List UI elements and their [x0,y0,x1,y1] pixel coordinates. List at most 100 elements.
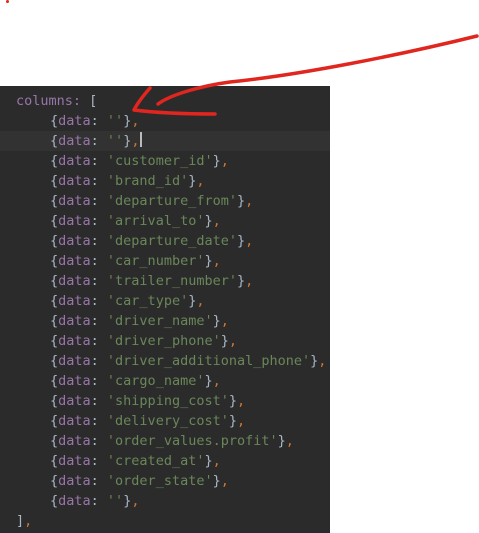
data-key: data [58,133,91,149]
text-caret [140,132,143,147]
data-key: data [58,213,91,229]
open-brace: { [50,313,59,329]
close-brace: } [236,233,246,249]
column-value: 'order_state' [106,473,213,489]
colon: : [90,473,107,489]
code-line-column-entry: {data: 'arrival_to'}, [0,211,330,231]
column-value: 'created_at' [106,453,205,469]
colon: : [90,453,107,469]
comma: , [220,153,229,169]
colon: : [90,213,107,229]
comma: , [220,313,229,329]
close-brace: } [212,313,221,329]
open-brace: { [50,253,59,269]
open-brace: { [50,213,59,229]
code-line-column-entry: {data: 'created_at'}, [0,451,330,471]
comma: , [285,433,294,449]
close-brace: } [220,333,229,349]
data-key: data [58,433,91,449]
data-key: data [58,193,91,209]
comma: , [196,173,205,189]
code-line-columns-open: columns: [ [0,91,330,111]
columns-key: columns: [16,93,82,109]
close-brace: } [204,253,213,269]
data-key: data [58,393,91,409]
data-key: data [58,233,91,249]
open-brace: { [50,173,59,189]
column-value: 'cargo_name' [106,373,205,389]
code-line-column-entry: {data: 'shipping_cost'}, [0,391,330,411]
code-line-column-entry: {data: 'car_type'}, [0,291,330,311]
data-key: data [58,493,91,509]
open-brace: { [50,333,59,349]
data-key: data [58,253,91,269]
code-line-column-entry: {data: 'brand_id'}, [0,171,330,191]
code-editor[interactable]: columns: [ {data: ''}, {data: ''}, {data: … [0,86,330,533]
comma: , [245,193,254,209]
open-brace: { [50,393,59,409]
data-key: data [58,453,91,469]
close-brace: } [212,473,221,489]
colon: : [90,193,107,209]
open-bracket: [ [89,93,98,109]
column-value: 'departure_from' [106,193,237,209]
open-brace: { [50,273,59,289]
column-value: 'shipping_cost' [106,393,229,409]
data-key: data [58,313,91,329]
colon: : [90,393,107,409]
column-value: 'customer_id' [106,153,213,169]
colon: : [90,333,107,349]
code-line-column-entry: {data: 'driver_additional_phone'}, [0,351,330,371]
open-brace: { [50,193,59,209]
column-value: 'departure_date' [106,233,237,249]
colon: : [90,133,107,149]
data-key: data [58,273,91,289]
comma: , [131,113,140,129]
close-brace: } [228,393,237,409]
annotation-dot [6,0,9,3]
column-value: 'trailer_number' [106,273,237,289]
open-brace: { [50,473,59,489]
data-key: data [58,173,91,189]
open-brace: { [50,233,59,249]
open-brace: { [50,453,59,469]
comma: , [212,213,221,229]
comma: , [236,393,246,409]
comma: , [212,253,221,269]
open-brace: { [50,293,59,309]
code-line-column-entry: {data: 'order_values.profit'}, [0,431,330,451]
close-brace: } [204,453,213,469]
code-line-column-entry: {data: 'cargo_name'}, [0,371,330,391]
colon: : [90,233,107,249]
code-line-column-entry: {data: ''}, [0,111,330,131]
column-value: 'order_values.profit' [106,433,278,449]
colon: : [90,313,107,329]
close-brace: } [212,153,221,169]
colon: : [90,373,107,389]
colon: : [90,433,107,449]
open-brace: { [50,373,59,389]
data-key: data [58,293,91,309]
comma: , [236,413,246,429]
open-brace: { [50,113,59,129]
code-line-columns-close: ], [0,511,330,531]
column-value: '' [106,493,124,509]
colon: : [90,253,107,269]
comma: , [131,133,140,149]
comma: , [318,353,327,369]
comma: , [245,273,254,289]
column-value: 'car_type' [106,293,189,309]
data-key: data [58,373,91,389]
close-brace: } [236,193,246,209]
code-line-column-entry: {data: 'delivery_cost'}, [0,411,330,431]
close-brace: } [204,373,213,389]
column-value: 'brand_id' [106,173,189,189]
code-line-column-entry: {data: ''}, [0,491,330,511]
column-value: 'driver_name' [106,313,213,329]
colon: : [90,273,107,289]
open-brace: { [50,433,59,449]
close-brace: } [236,273,246,289]
comma: , [220,473,229,489]
open-brace: { [50,353,59,369]
comma: , [212,453,221,469]
